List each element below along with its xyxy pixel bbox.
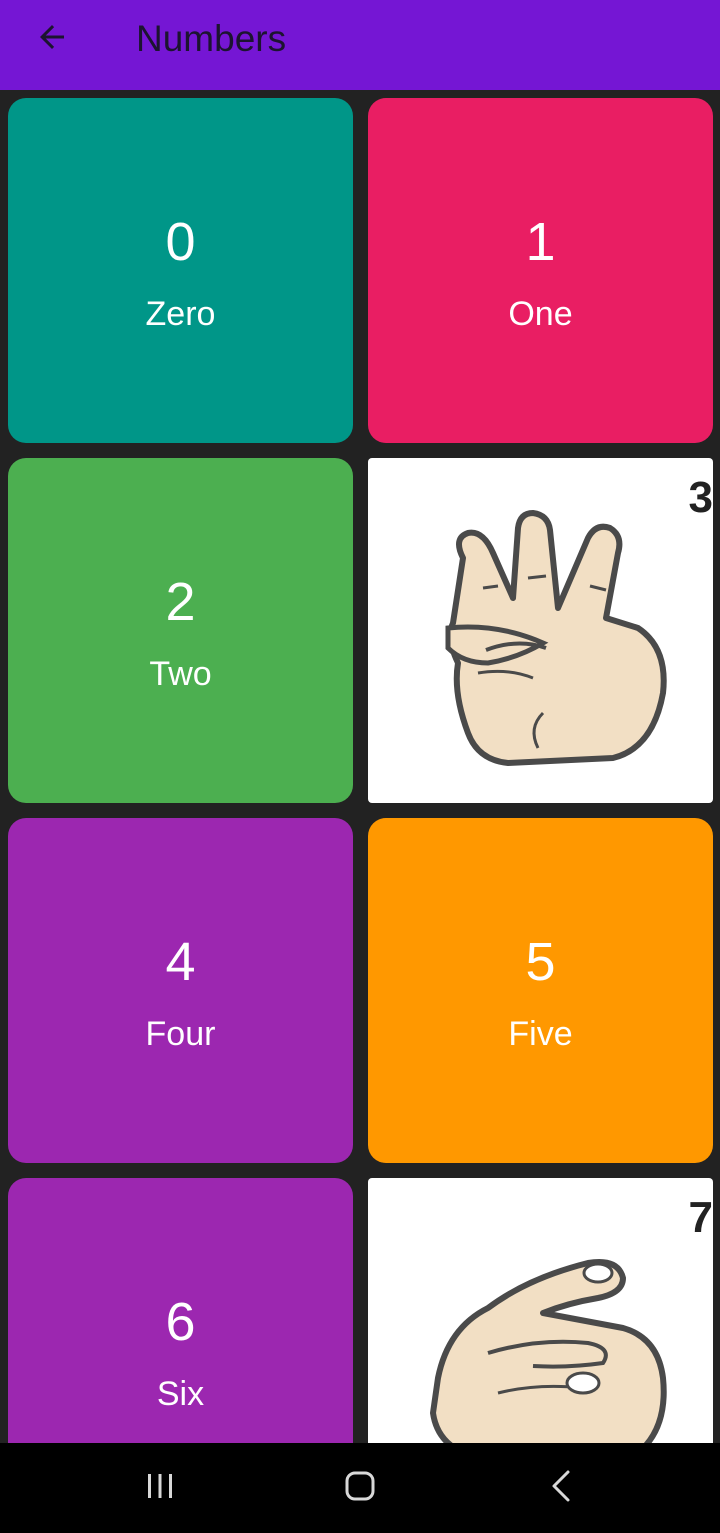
card-number: 0	[165, 212, 196, 272]
card-word: Six	[156, 1375, 205, 1413]
corner-number-label: 3	[688, 473, 713, 522]
card-word: One	[508, 295, 573, 333]
hand-sign-three-image	[445, 510, 667, 766]
card-word: Four	[145, 1015, 216, 1053]
nav-back-button[interactable]	[532, 1461, 592, 1515]
number-card-seven-image[interactable]: 7	[368, 1178, 713, 1443]
recent-apps-icon	[140, 1466, 180, 1511]
card-number: 1	[525, 212, 556, 272]
card-number: 4	[165, 932, 196, 992]
corner-number-label: 7	[688, 1193, 713, 1242]
app-bar: Numbers	[0, 0, 720, 90]
number-card-zero[interactable]: 0 Zero	[8, 98, 353, 443]
home-icon	[340, 1466, 380, 1511]
card-number: 2	[165, 572, 196, 632]
number-card-four[interactable]: 4 Four	[8, 818, 353, 1163]
recent-apps-button[interactable]	[130, 1461, 190, 1515]
card-number: 6	[165, 1292, 196, 1352]
home-button[interactable]	[330, 1461, 390, 1515]
number-card-three-image[interactable]: 3	[368, 458, 713, 803]
card-word: Five	[508, 1015, 573, 1053]
numbers-grid: 0 Zero 1 One 2 Two 3 4 Four 5 Five 6 Six…	[0, 90, 720, 1443]
card-word: Two	[149, 655, 212, 693]
number-card-two[interactable]: 2 Two	[8, 458, 353, 803]
back-button[interactable]	[22, 14, 82, 64]
arrow-back-icon	[34, 19, 70, 60]
card-word: Zero	[145, 295, 216, 333]
hand-sign-seven-image	[430, 1259, 667, 1443]
number-card-six[interactable]: 6 Six	[8, 1178, 353, 1443]
card-number: 5	[525, 932, 556, 992]
number-card-five[interactable]: 5 Five	[368, 818, 713, 1163]
number-card-one[interactable]: 1 One	[368, 98, 713, 443]
nav-back-icon	[542, 1466, 582, 1511]
page-title: Numbers	[136, 18, 287, 59]
system-navigation-bar	[0, 1443, 720, 1533]
